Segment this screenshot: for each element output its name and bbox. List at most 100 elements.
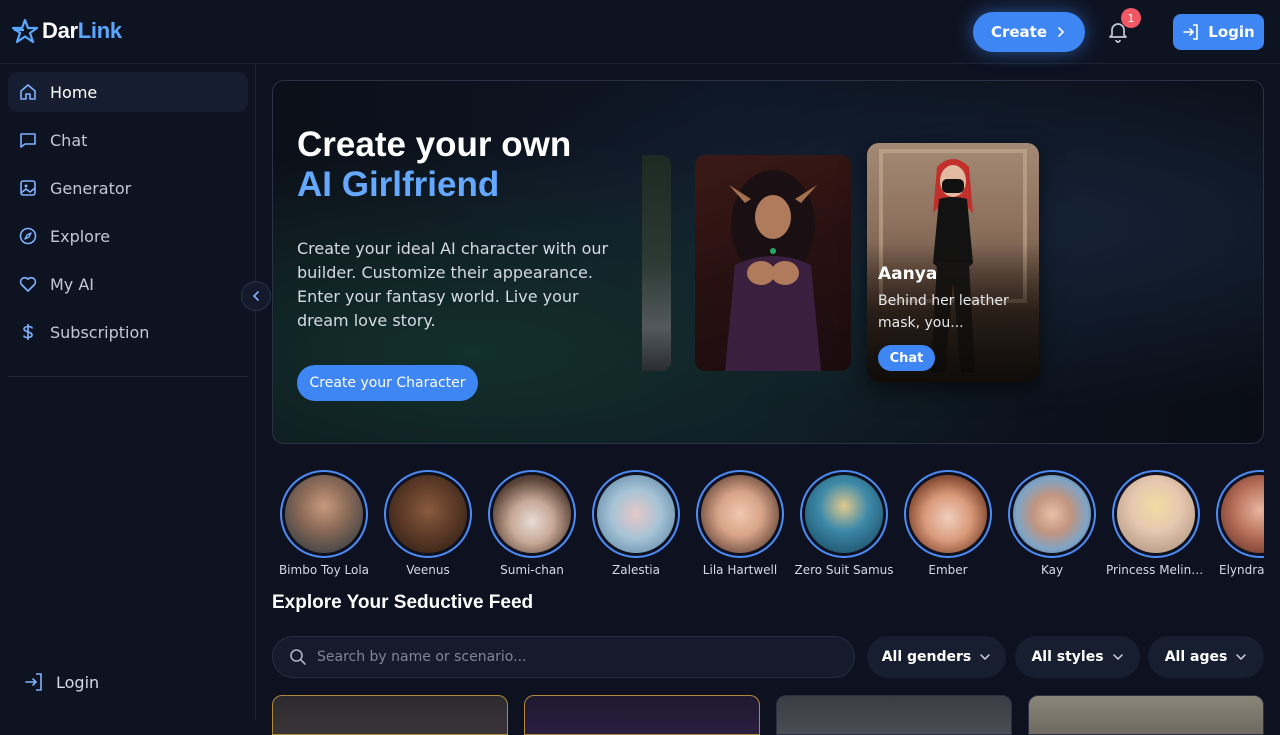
featured-character-card[interactable]: Aanya Behind her leather mask, you... Ch…: [867, 143, 1039, 382]
sidebar-divider: [8, 376, 248, 377]
avatar: [1221, 475, 1264, 553]
avatar-ring: [1008, 470, 1096, 558]
character-avatar-item[interactable]: Zalestia: [584, 470, 688, 577]
character-avatar-item[interactable]: Princess Melinda: [1104, 470, 1208, 577]
character-name: Zero Suit Samus: [794, 563, 894, 577]
featured-chat-button[interactable]: Chat: [878, 345, 935, 371]
login-button-label: Login: [1208, 23, 1255, 41]
sidebar-item-chat[interactable]: Chat: [8, 120, 248, 160]
sidebar-item-generator[interactable]: Generator: [8, 168, 248, 208]
sidebar-item-label: My AI: [50, 274, 95, 294]
avatar: [493, 475, 571, 553]
search-icon: [290, 649, 306, 665]
dollar-icon: [23, 324, 33, 340]
image-icon: [20, 180, 36, 196]
character-name: Sumi-chan: [500, 563, 564, 577]
character-avatar-item[interactable]: Kay: [1000, 470, 1104, 577]
carousel-card-partial[interactable]: [642, 155, 671, 371]
avatar-ring: [1216, 470, 1264, 558]
carousel-card[interactable]: [695, 155, 851, 371]
avatar-ring: [280, 470, 368, 558]
character-name: Elyndra Moon: [1219, 563, 1264, 577]
sidebar-collapse-button[interactable]: [241, 281, 271, 311]
login-button[interactable]: Login: [1173, 14, 1264, 50]
character-portrait-image: [725, 170, 821, 371]
character-avatar-item[interactable]: Zero Suit Samus: [792, 470, 896, 577]
filter-label: All genders: [881, 649, 972, 665]
avatar-ring: [592, 470, 680, 558]
character-name: Lila Hartwell: [702, 563, 778, 577]
chevron-right-icon: [1058, 27, 1065, 37]
character-name: Zalestia: [612, 563, 660, 577]
compass-icon: [19, 227, 37, 245]
filter-label: All styles: [1031, 649, 1104, 665]
feed-card[interactable]: [524, 695, 760, 735]
login-icon: [1183, 24, 1199, 40]
avatar: [909, 475, 987, 553]
character-name: Veenus: [406, 563, 450, 577]
character-name: Princess Melinda: [1106, 563, 1206, 577]
hero-title: Create your own: [297, 125, 572, 164]
brand-name: DarLink: [42, 18, 122, 44]
feed-card[interactable]: [1028, 695, 1264, 735]
style-filter-dropdown[interactable]: All styles: [1015, 636, 1140, 678]
logo[interactable]: DarLink: [12, 18, 122, 44]
character-avatar-item[interactable]: Sumi-chan: [480, 470, 584, 577]
age-filter-dropdown[interactable]: All ages: [1148, 636, 1264, 678]
heart-icon: [19, 276, 37, 292]
sidebar: Home Chat Generator Explore My AI Subscr…: [0, 64, 256, 720]
character-avatar-item[interactable]: Bimbo Toy Lola: [272, 470, 376, 577]
featured-character-description: Behind her leather mask, you...: [878, 293, 1009, 331]
character-avatar-item[interactable]: Lila Hartwell: [688, 470, 792, 577]
sidebar-item-label: Generator: [50, 178, 132, 198]
create-button[interactable]: Create: [973, 12, 1085, 52]
search-input[interactable]: [317, 649, 817, 665]
hero-title-highlight: AI Girlfriend: [297, 165, 500, 204]
home-icon: [20, 84, 36, 100]
avatar-ring: [800, 470, 888, 558]
chevron-down-icon: [1236, 654, 1247, 661]
avatar: [701, 475, 779, 553]
star-logo-icon: [12, 18, 38, 44]
sidebar-login-label: Login: [56, 672, 100, 692]
gender-filter-dropdown[interactable]: All genders: [867, 636, 1006, 678]
sidebar-item-label: Subscription: [50, 322, 150, 342]
hero-banner: Create your own AI Girlfriend Create you…: [272, 80, 1264, 444]
avatar: [389, 475, 467, 553]
chevron-down-icon: [1112, 654, 1123, 661]
feed-title: Explore Your Seductive Feed: [272, 592, 534, 613]
character-name: Ember: [928, 563, 968, 577]
sidebar-item-explore[interactable]: Explore: [8, 216, 248, 256]
character-avatar-item[interactable]: Elyndra Moon: [1208, 470, 1264, 577]
search-box[interactable]: [272, 636, 855, 678]
create-character-button[interactable]: Create your Character: [297, 365, 478, 401]
avatar-ring: [696, 470, 784, 558]
sidebar-item-label: Home: [50, 82, 98, 102]
character-name: Kay: [1040, 563, 1064, 577]
sidebar-login-link[interactable]: Login: [24, 672, 99, 692]
feed-card[interactable]: [776, 695, 1012, 735]
avatar: [1013, 475, 1091, 553]
brand-name-part2: Link: [77, 18, 122, 43]
character-name: Bimbo Toy Lola: [278, 563, 370, 577]
brand-name-part1: Dar: [42, 18, 78, 43]
filter-label: All ages: [1164, 649, 1228, 665]
chevron-left-icon: [252, 291, 259, 301]
avatar: [285, 475, 363, 553]
chat-icon: [20, 133, 36, 148]
character-avatar-item[interactable]: Ember: [896, 470, 1000, 577]
avatar-ring: [488, 470, 576, 558]
featured-character-name: Aanya: [878, 264, 938, 284]
sidebar-item-subscription[interactable]: Subscription: [8, 312, 248, 352]
avatar: [805, 475, 883, 553]
sidebar-item-home[interactable]: Home: [8, 72, 248, 112]
sidebar-item-my-ai[interactable]: My AI: [8, 264, 248, 304]
avatar: [597, 475, 675, 553]
avatar: [1117, 475, 1195, 553]
top-bar: DarLink Create 1 Login: [0, 0, 1280, 64]
sidebar-item-label: Explore: [50, 226, 111, 246]
feed-card[interactable]: [272, 695, 508, 735]
character-avatar-item[interactable]: Veenus: [376, 470, 480, 577]
chevron-down-icon: [980, 654, 991, 661]
avatar-ring: [904, 470, 992, 558]
